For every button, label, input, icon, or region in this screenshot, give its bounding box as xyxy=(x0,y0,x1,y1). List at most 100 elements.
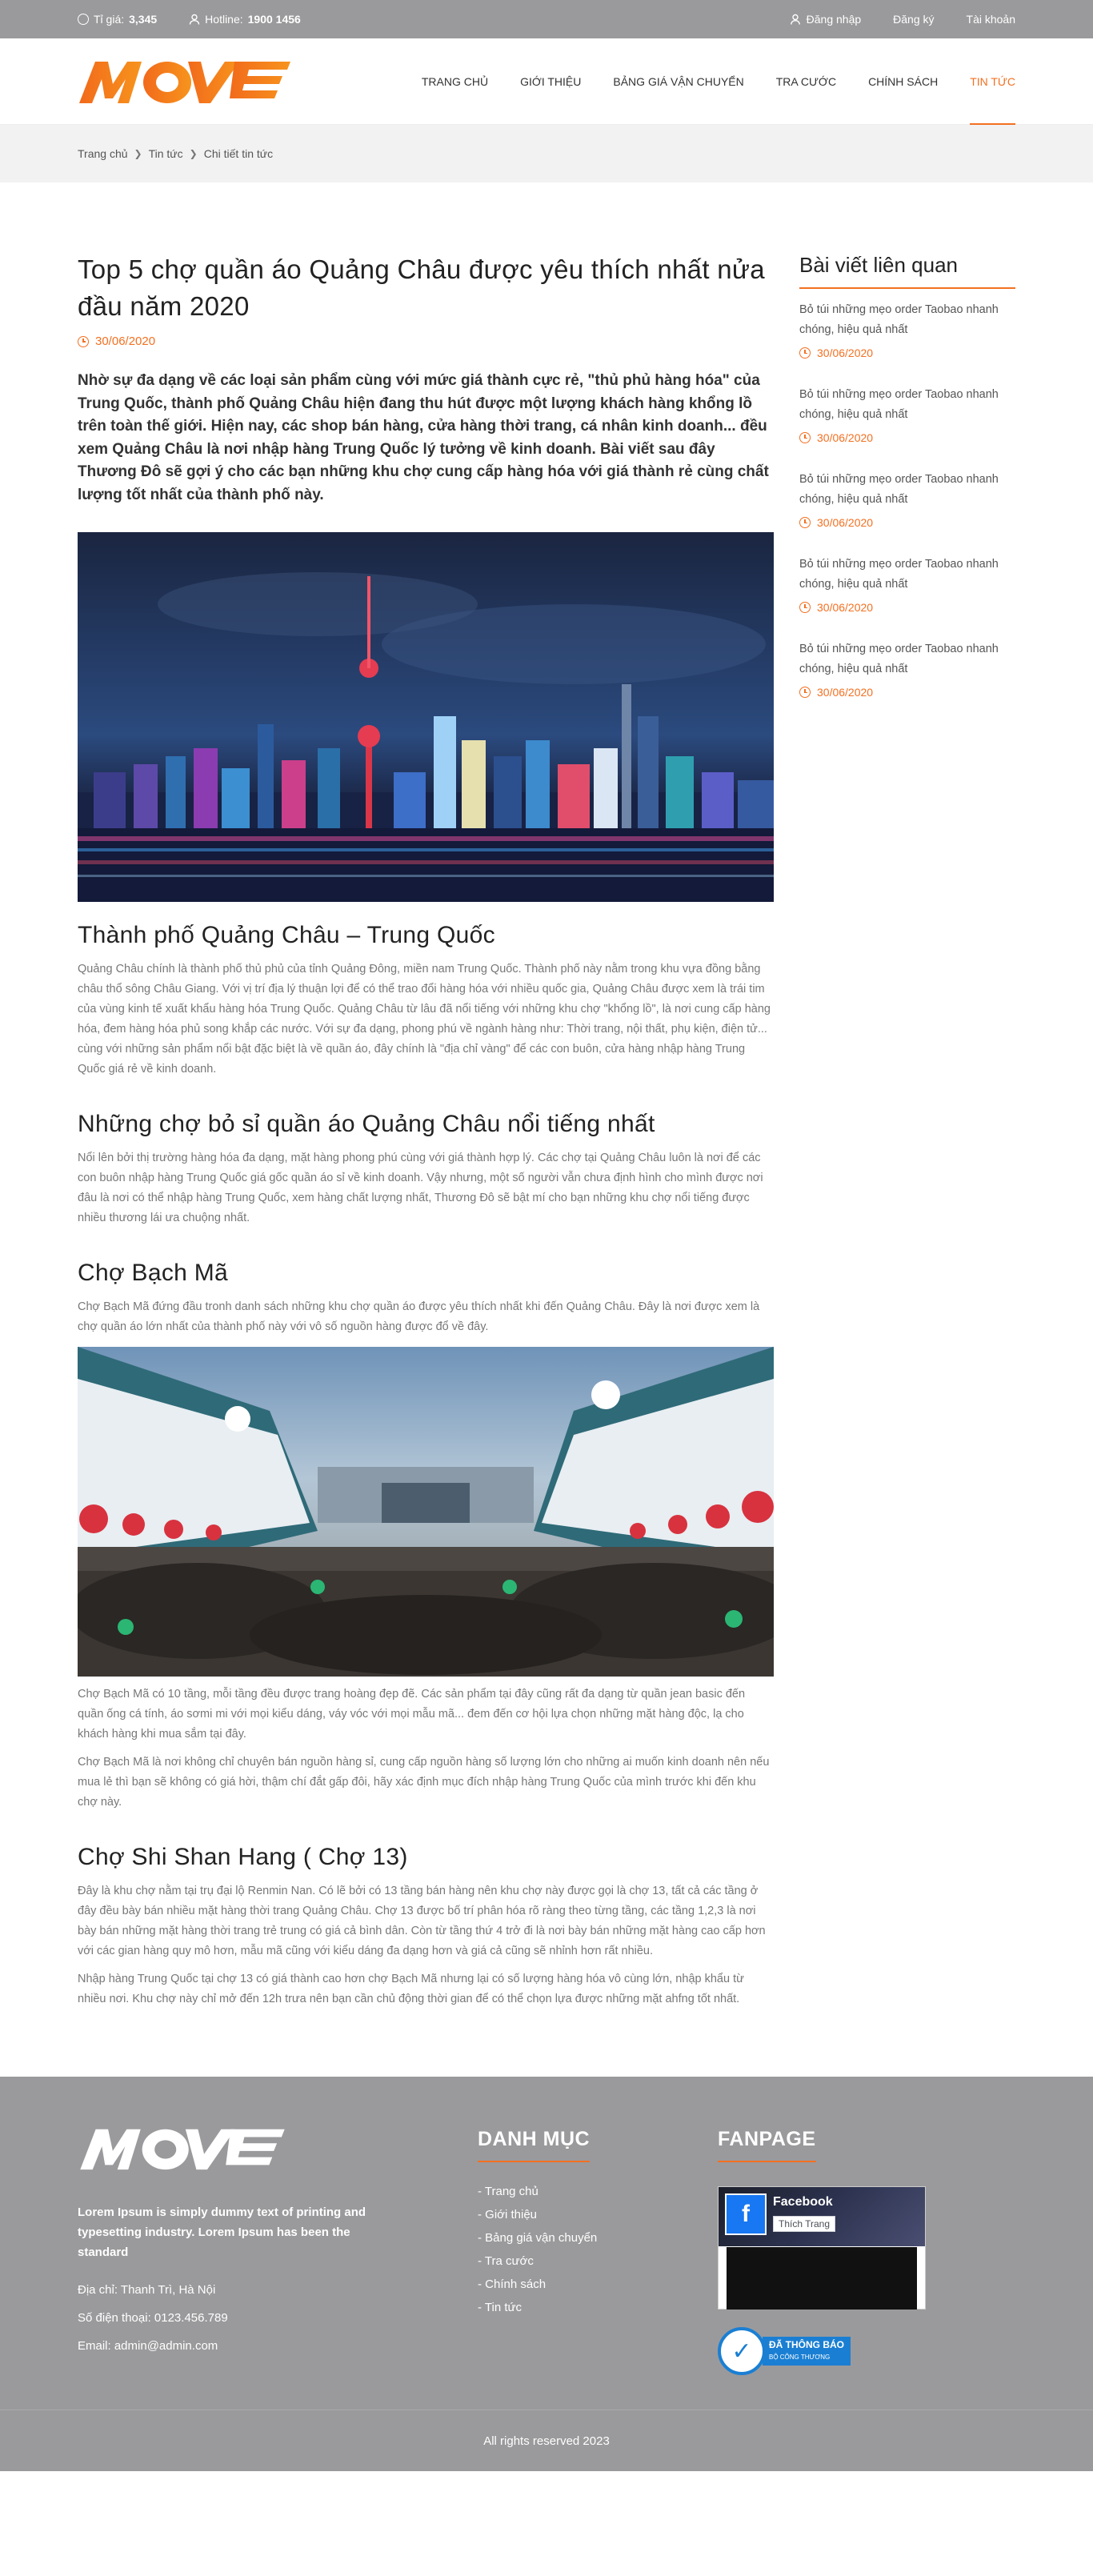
facebook-like-button[interactable]: Thích Trang xyxy=(773,2216,836,2232)
breadcrumb-home[interactable]: Trang chủ xyxy=(78,147,128,160)
footer-menu-item[interactable]: - Tra cước xyxy=(478,2254,718,2268)
exchange-rate-value: 3,345 xyxy=(129,13,158,26)
related-post-title[interactable]: Bỏ túi những mẹo order Taobao nhanh chón… xyxy=(799,470,1015,510)
section-paragraph: Chợ Bạch Mã có 10 tầng, mỗi tầng đều đượ… xyxy=(78,1688,746,1741)
related-post[interactable]: Bỏ túi những mẹo order Taobao nhanh chón… xyxy=(799,300,1015,359)
related-post[interactable]: Bỏ túi những mẹo order Taobao nhanh chón… xyxy=(799,385,1015,444)
facebook-page-name[interactable]: Facebook xyxy=(773,2195,833,2209)
clock-icon xyxy=(799,602,811,613)
main-content: Top 5 chợ quần áo Quảng Châu được yêu th… xyxy=(0,182,1093,2077)
checkmark-icon: ✓ xyxy=(718,2327,766,2375)
nav-item[interactable]: GIỚI THIỆU xyxy=(504,38,597,125)
hotline: Hotline: 1900 1456 xyxy=(189,13,301,26)
chevron-right-icon: ❯ xyxy=(189,148,198,159)
header: TRANG CHỦ GIỚI THIỆU BẢNG GIÁ VẬN CHUYỂN TR… xyxy=(0,38,1093,125)
related-post-date: 30/06/2020 xyxy=(799,601,1015,614)
clock-icon xyxy=(799,517,811,528)
related-post-title[interactable]: Bỏ túi những mẹo order Taobao nhanh chón… xyxy=(799,385,1015,425)
footer-menu-list: - Trang chủ - Giới thiệu - Bảng giá vận ch… xyxy=(478,2185,718,2314)
footer-description: Lorem Ipsum is simply dummy text of prin… xyxy=(78,2205,366,2259)
related-post-date-text: 30/06/2020 xyxy=(817,431,874,444)
breadcrumb-news[interactable]: Tin tức xyxy=(149,147,183,160)
related-posts-list: Bỏ túi những mẹo order Taobao nhanh chón… xyxy=(799,300,1015,699)
nav-item[interactable]: TRA CƯỚC xyxy=(760,38,852,125)
exchange-rate: Tỉ giá: 3,345 xyxy=(78,13,157,26)
related-post-date: 30/06/2020 xyxy=(799,347,1015,359)
market-illustration xyxy=(78,1347,774,1677)
market-street-image xyxy=(78,1347,774,1677)
topbar-left: Tỉ giá: 3,345 Hotline: 1900 1456 xyxy=(78,13,301,26)
related-post-title[interactable]: Bỏ túi những mẹo order Taobao nhanh chón… xyxy=(799,300,1015,340)
breadcrumb-current: Chi tiết tin tức xyxy=(203,147,274,160)
nav-item[interactable]: CHÍNH SÁCH xyxy=(852,38,954,125)
section-paragraph: Chợ Bạch Mã đứng đầu tronh danh sách nhữ… xyxy=(78,1300,760,1333)
related-post-date-text: 30/06/2020 xyxy=(817,686,874,699)
related-post-title[interactable]: Bỏ túi những mẹo order Taobao nhanh chón… xyxy=(799,555,1015,595)
nav-item[interactable]: BẢNG GIÁ VẬN CHUYỂN xyxy=(597,38,759,125)
site-logo[interactable] xyxy=(78,57,292,106)
facebook-cover: f Facebook Thích Trang xyxy=(719,2187,925,2246)
section-heading: Những chợ bỏ sỉ quần áo Quảng Châu nổi t… xyxy=(78,1111,655,1137)
section-paragraph: Nhập hàng Trung Quốc tại chợ 13 có giá t… xyxy=(78,1973,744,2005)
topbar: Tỉ giá: 3,345 Hotline: 1900 1456 Đăng nh… xyxy=(0,0,1093,38)
related-post[interactable]: Bỏ túi những mẹo order Taobao nhanh chón… xyxy=(799,639,1015,699)
login-link[interactable]: Đăng nhập xyxy=(790,13,862,26)
section-heading: Chợ Bạch Mã xyxy=(78,1260,229,1286)
badge-title: ĐÃ THÔNG BÁO xyxy=(769,2339,844,2350)
section-heading: Thành phố Quảng Châu – Trung Quốc xyxy=(78,922,495,948)
article-lead: Nhờ sự đa dạng về các loại sản phẩm cùng… xyxy=(78,372,769,503)
footer-menu-item[interactable]: - Trang chủ xyxy=(478,2185,718,2198)
related-post-date: 30/06/2020 xyxy=(799,516,1015,529)
footer-menu: DANH MỤC - Trang chủ - Giới thiệu - Bảng g… xyxy=(478,2125,718,2375)
clock-icon xyxy=(799,432,811,443)
registered-badge[interactable]: ✓ ĐÃ THÔNG BÁO BỘ CÔNG THƯƠNG xyxy=(718,2327,934,2375)
footer-menu-item[interactable]: - Giới thiệu xyxy=(478,2208,718,2221)
article: Top 5 chợ quần áo Quảng Châu được yêu th… xyxy=(78,251,774,2009)
article-date: 30/06/2020 xyxy=(78,335,774,348)
register-link[interactable]: Đăng ký xyxy=(893,13,934,26)
guangzhou-skyline-image xyxy=(78,532,774,902)
facebook-icon: f xyxy=(725,2193,767,2235)
user-icon xyxy=(189,14,200,25)
nav-item[interactable]: TRANG CHỦ xyxy=(406,38,504,125)
footer-email[interactable]: Email: admin@admin.com xyxy=(78,2336,478,2356)
topbar-right: Đăng nhập Đăng ký Tài khoản xyxy=(790,13,1015,26)
login-label: Đăng nhập xyxy=(806,13,862,26)
related-post-title[interactable]: Bỏ túi những mẹo order Taobao nhanh chón… xyxy=(799,639,1015,679)
section-paragraph: Quảng Châu chính là thành phố thủ phủ củ… xyxy=(78,963,771,1076)
account-link[interactable]: Tài khoản xyxy=(967,13,1015,26)
nav-item[interactable]: TIN TỨC xyxy=(954,38,1015,125)
clock-icon xyxy=(799,347,811,359)
footer: Lorem Ipsum is simply dummy text of prin… xyxy=(0,2077,1093,2471)
footer-menu-item[interactable]: - Bảng giá vận chuyển xyxy=(478,2231,718,2245)
facebook-feed xyxy=(727,2247,917,2310)
related-post-date: 30/06/2020 xyxy=(799,686,1015,699)
related-post[interactable]: Bỏ túi những mẹo order Taobao nhanh chón… xyxy=(799,470,1015,529)
section-paragraph: Đây là khu chợ nằm tại trụ đại lộ Renmin… xyxy=(78,1885,766,1957)
footer-about: Lorem Ipsum is simply dummy text of prin… xyxy=(78,2125,478,2375)
article-title: Top 5 chợ quần áo Quảng Châu được yêu th… xyxy=(78,254,765,321)
copyright: All rights reserved 2023 xyxy=(0,2410,1093,2471)
footer-logo[interactable] xyxy=(78,2125,287,2173)
facebook-page-widget[interactable]: f Facebook Thích Trang xyxy=(718,2186,926,2310)
related-post[interactable]: Bỏ túi những mẹo order Taobao nhanh chón… xyxy=(799,555,1015,614)
footer-menu-item[interactable]: - Chính sách xyxy=(478,2278,718,2291)
skyline-illustration xyxy=(78,532,774,902)
exchange-rate-label: Tỉ giá: xyxy=(94,13,125,26)
sidebar-title: Bài viết liên quan xyxy=(799,253,1015,289)
footer-fanpage: FANPAGE f Facebook Thích Trang ✓ ĐÃ THÔN… xyxy=(718,2125,934,2375)
footer-phone[interactable]: Số điện thoại: 0123.456.789 xyxy=(78,2308,478,2328)
exchange-rate-icon xyxy=(78,14,89,25)
chevron-right-icon: ❯ xyxy=(134,148,142,159)
footer-menu-item[interactable]: - Tin tức xyxy=(478,2301,718,2314)
footer-address: Địa chỉ: Thanh Trì, Hà Nội xyxy=(78,2283,216,2297)
hotline-value[interactable]: 1900 1456 xyxy=(248,13,301,26)
breadcrumb-bar: Trang chủ ❯ Tin tức ❯ Chi tiết tin tức xyxy=(0,125,1093,182)
footer-menu-heading: DANH MỤC xyxy=(478,2128,591,2162)
article-date-text: 30/06/2020 xyxy=(95,335,156,348)
sidebar: Bài viết liên quan Bỏ túi những mẹo orde… xyxy=(799,251,1015,2009)
related-post-date: 30/06/2020 xyxy=(799,431,1015,444)
badge-label: ĐÃ THÔNG BÁO BỘ CÔNG THƯƠNG xyxy=(763,2337,851,2366)
move-logo xyxy=(79,62,290,103)
badge-subtitle: BỘ CÔNG THƯƠNG xyxy=(769,2354,831,2361)
